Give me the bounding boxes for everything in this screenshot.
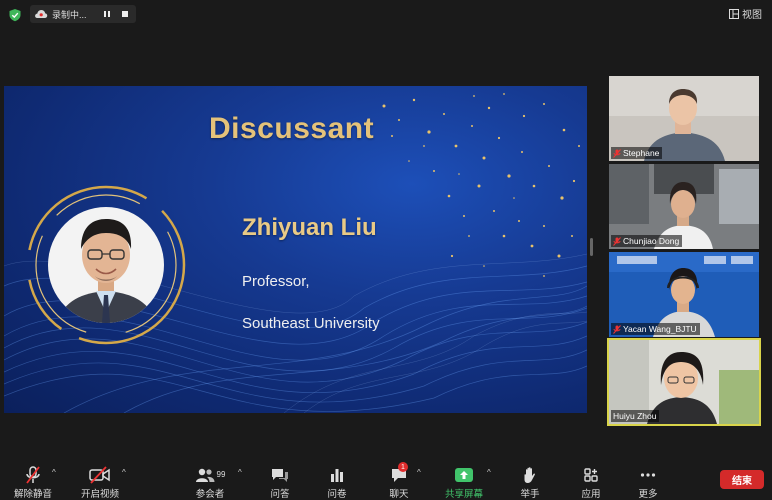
polls-icon: [331, 468, 343, 482]
mic-muted-icon: [613, 324, 621, 334]
more-dots-icon: [640, 472, 656, 477]
presenter-organization: Southeast University: [242, 315, 380, 332]
security-shield-icon[interactable]: [8, 8, 22, 22]
grid-view-icon: [729, 8, 739, 19]
participants-button[interactable]: 99 参会者: [190, 458, 230, 500]
recording-label: 录制中...: [52, 9, 87, 20]
panel-resize-handle[interactable]: [590, 238, 593, 256]
meeting-window: 录制中... 视图 Discussant Zhiyuan Liu Profess…: [0, 0, 772, 500]
qa-button[interactable]: 问答: [266, 458, 294, 500]
qa-label: 问答: [270, 489, 290, 500]
chat-unread-badge: 1: [398, 462, 408, 472]
share-options-caret[interactable]: ^: [487, 468, 491, 477]
stop-icon: [122, 11, 128, 17]
video-tile-chunjiao-dong[interactable]: Chunjiao Dong: [609, 164, 759, 249]
participants-label: 参会者: [195, 489, 225, 500]
cloud-recording-icon: [35, 10, 48, 18]
chat-button[interactable]: 1 聊天: [385, 458, 413, 500]
video-off-icon: [89, 465, 110, 484]
end-meeting-button[interactable]: 结束: [720, 470, 764, 489]
participants-icon: [195, 468, 215, 482]
chat-options-caret[interactable]: ^: [417, 468, 421, 477]
chat-label: 聊天: [389, 489, 409, 500]
video-tile-stephane[interactable]: Stephane: [609, 76, 759, 161]
participant-name: Stephane: [623, 148, 660, 158]
participant-name-tag: Huiyu Zhou: [611, 410, 660, 422]
pause-icon: [104, 11, 110, 17]
end-meeting-label: 结束: [732, 476, 752, 487]
participant-name: Chunjiao Dong: [623, 236, 680, 246]
meeting-toolbar: 解除静音 ^ 开启视频 ^ 99 参会者 ^ 问答 问卷 1 聊天 ^ 共享屏幕…: [0, 458, 772, 500]
apps-label: 应用: [581, 489, 601, 500]
participants-options-caret[interactable]: ^: [238, 468, 242, 477]
more-label: 更多: [638, 489, 658, 500]
unmute-label: 解除静音: [14, 489, 53, 500]
qa-icon: [272, 468, 288, 482]
stop-recording-button[interactable]: [118, 7, 132, 21]
presenter-name: Zhiyuan Liu: [242, 214, 377, 241]
participant-name-tag: Yacan Wang_BJTU: [611, 323, 700, 335]
shared-screen-slide: Discussant Zhiyuan Liu Professor, Southe…: [4, 86, 587, 413]
mic-muted-icon: [613, 236, 621, 246]
raise-hand-label: 举手: [520, 489, 540, 500]
more-button[interactable]: 更多: [634, 458, 662, 500]
video-options-caret[interactable]: ^: [122, 468, 126, 477]
view-button[interactable]: 视图: [729, 6, 762, 21]
raise-hand-button[interactable]: 举手: [516, 458, 544, 500]
participant-name-tag: Chunjiao Dong: [611, 235, 683, 247]
presenter-portrait: [24, 183, 189, 348]
apps-icon: [584, 467, 598, 482]
audio-options-caret[interactable]: ^: [52, 468, 56, 477]
share-screen-button[interactable]: 共享屏幕: [442, 458, 486, 500]
mic-muted-icon: [26, 465, 40, 484]
polls-label: 问卷: [327, 489, 347, 500]
view-label: 视图: [742, 10, 762, 21]
slide-title: Discussant: [209, 112, 375, 145]
apps-button[interactable]: 应用: [577, 458, 605, 500]
participants-count: 99: [216, 470, 226, 479]
start-video-button[interactable]: 开启视频: [80, 458, 120, 500]
share-screen-icon: [455, 467, 473, 482]
raise-hand-icon: [524, 466, 535, 483]
participant-name: Yacan Wang_BJTU: [623, 324, 697, 334]
polls-button[interactable]: 问卷: [323, 458, 351, 500]
start-video-label: 开启视频: [80, 489, 119, 500]
recording-indicator: 录制中...: [30, 5, 136, 23]
unmute-button[interactable]: 解除静音: [14, 458, 52, 500]
video-tile-yacan-wang[interactable]: Yacan Wang_BJTU: [609, 252, 759, 337]
presenter-role: Professor,: [242, 273, 310, 290]
mic-muted-icon: [613, 148, 621, 158]
participant-name: Huiyu Zhou: [613, 411, 657, 421]
video-tile-huiyu-zhou-active-speaker[interactable]: Huiyu Zhou: [607, 338, 761, 426]
participant-name-tag: Stephane: [611, 147, 663, 159]
share-screen-label: 共享屏幕: [444, 489, 483, 500]
pause-recording-button[interactable]: [100, 7, 114, 21]
